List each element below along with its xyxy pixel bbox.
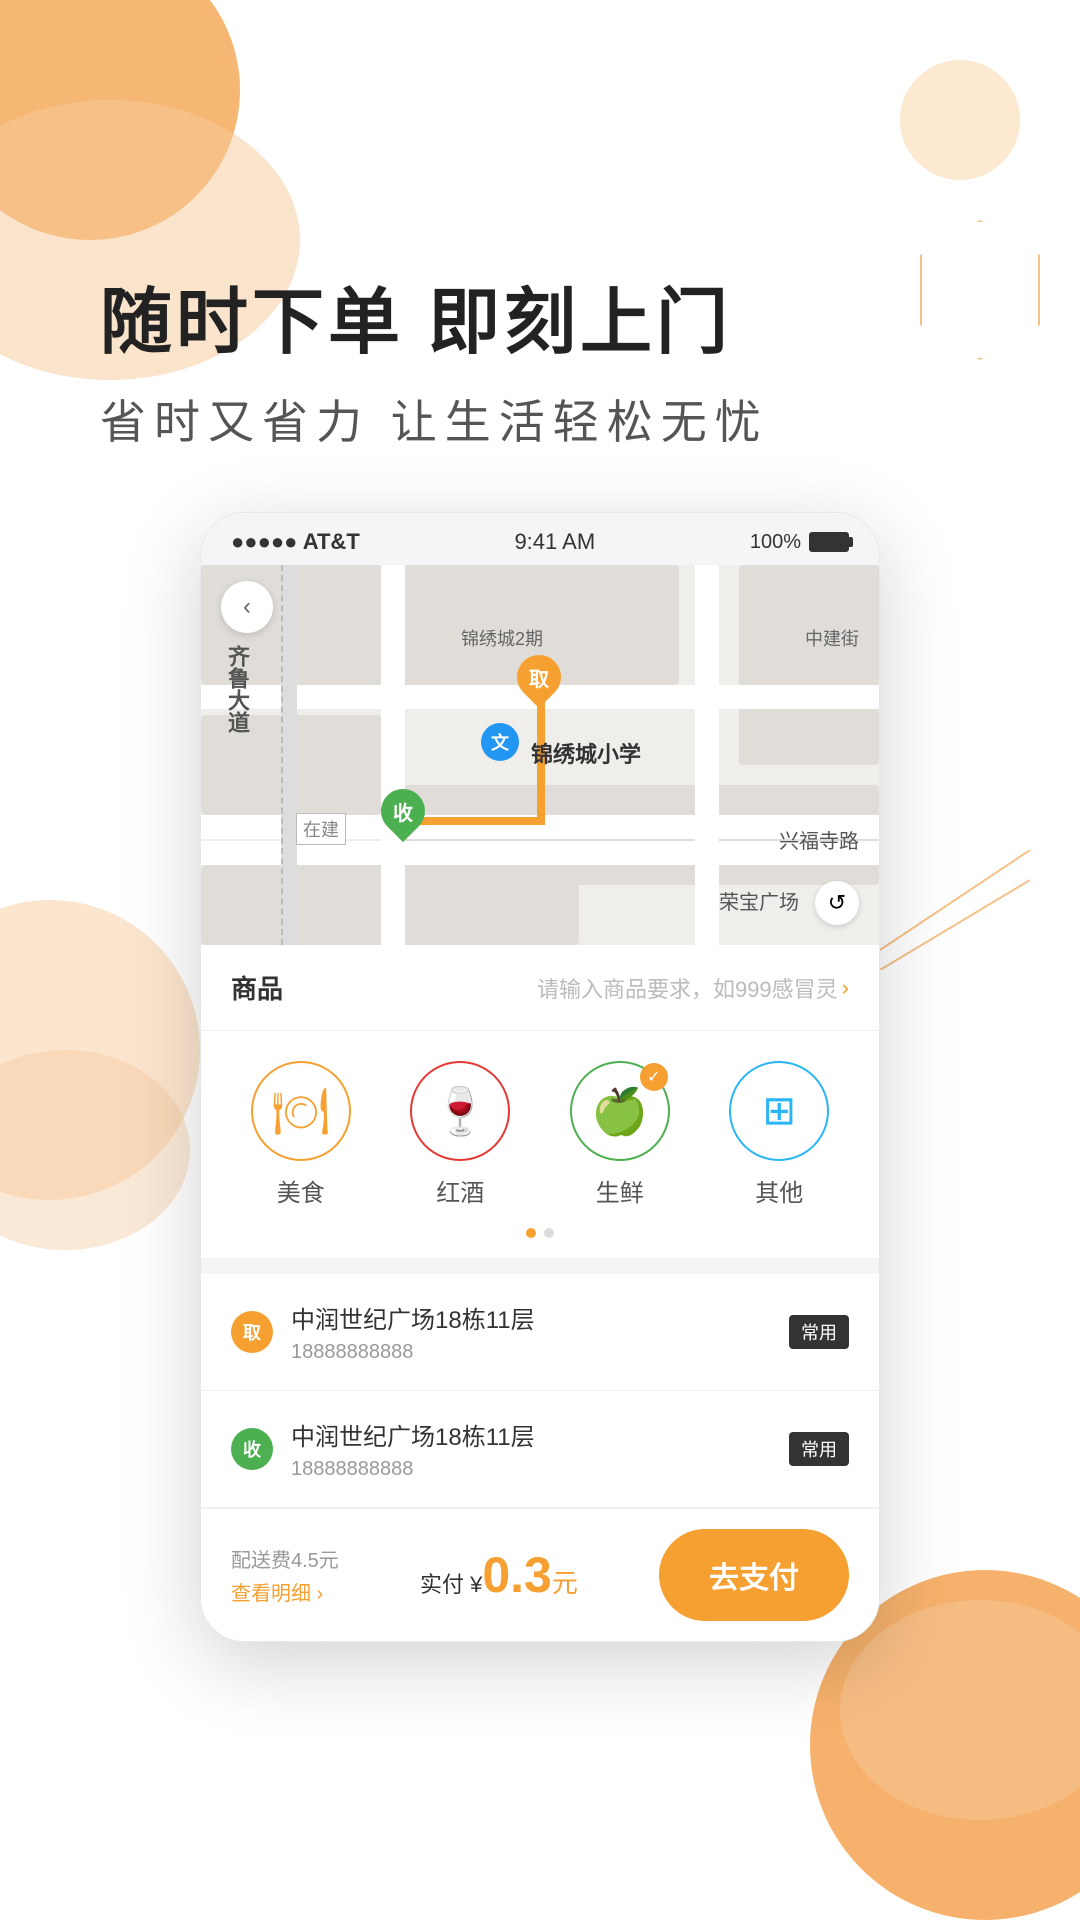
map-label-road3: 中建街 (805, 625, 859, 651)
pickup-pin: 取 (231, 1311, 273, 1353)
category-item-other[interactable]: ⊞ 其他 (729, 1061, 829, 1208)
product-section: 商品 请输入商品要求，如999感冒灵 › (201, 945, 879, 1031)
category-check-icon: ✓ (640, 1063, 668, 1091)
category-name-fresh: 生鲜 (596, 1173, 644, 1208)
map-label-construction: 在建 (296, 813, 346, 845)
product-hint[interactable]: 请输入商品要求，如999感冒灵 › (537, 972, 849, 1004)
category-section: 🍽 美食 🍷 红酒 🍏 ✓ 生鲜 (201, 1031, 879, 1266)
product-hint-arrow: › (842, 975, 849, 1001)
address-row-delivery[interactable]: 收 中润世纪广场18栋11层 18888888888 常用 (201, 1391, 879, 1508)
delivery-phone: 18888888888 (291, 1458, 535, 1481)
back-button[interactable]: ‹ (221, 581, 273, 633)
pickup-name: 中润世纪广场18栋11层 (291, 1300, 535, 1335)
delivery-pin: 收 (231, 1428, 273, 1470)
bottom-fee: 配送费4.5元 查看明细 › (231, 1544, 339, 1606)
map-label-area2: 荣宝广场 (719, 886, 799, 915)
phone-mockup: ●●●●● AT&T 9:41 AM 100% (200, 512, 880, 1642)
pickup-badge: 常用 (789, 1315, 849, 1349)
hero-section: 随时下单 即刻上门 省时又省力 让生活轻松无忧 (0, 0, 1080, 452)
fee-label: 配送费4.5元 (231, 1544, 339, 1573)
status-time: 9:41 AM (514, 529, 595, 555)
category-icon-other: ⊞ (729, 1061, 829, 1161)
price-value: 0.3 (482, 1547, 552, 1603)
status-battery-pct: 100% (750, 531, 801, 554)
map-label-road1: 齐鲁大道 (221, 645, 253, 733)
pickup-phone: 18888888888 (291, 1341, 535, 1364)
hero-subtitle: 省时又省力 让生活轻松无忧 (100, 386, 1080, 452)
pin-delivery-label: 收 (381, 789, 425, 833)
status-right: 100% (750, 531, 849, 554)
address-section: 取 中润世纪广场18栋11层 18888888888 常用 收 中润世纪广场18… (201, 1266, 879, 1508)
category-name-wine: 红酒 (436, 1173, 484, 1208)
category-icon-fresh: 🍏 ✓ (570, 1061, 670, 1161)
delivery-badge: 常用 (789, 1432, 849, 1466)
wine-icon: 🍷 (432, 1084, 489, 1139)
category-item-food[interactable]: 🍽 美食 (251, 1061, 351, 1208)
map-label-area1: 锦绣城2期 (461, 625, 543, 651)
product-label: 商品 (231, 969, 283, 1006)
map-background: 取 收 文 锦绣城2期 中建街 齐鲁大道 锦绣城小学 兴福寺路 荣宝广场 在建 (201, 565, 879, 945)
fresh-icon: 🍏 (591, 1084, 648, 1139)
delivery-info: 中润世纪广场18栋11层 18888888888 (291, 1417, 535, 1481)
bottom-price: 实付 ¥0.3元 (420, 1546, 578, 1604)
address-left-pickup: 取 中润世纪广场18栋11层 18888888888 (231, 1300, 535, 1364)
category-dots (221, 1228, 859, 1238)
other-icon: ⊞ (762, 1088, 796, 1134)
status-bar: ●●●●● AT&T 9:41 AM 100% (201, 513, 879, 565)
bottom-bar: 配送费4.5元 查看明细 › 实付 ¥0.3元 去支付 (201, 1508, 879, 1641)
map-road-v2 (695, 565, 719, 945)
map-block-3 (739, 565, 879, 765)
food-icon: 🍽 (272, 1084, 330, 1139)
product-hint-text: 请输入商品要求，如999感冒灵 (537, 972, 838, 1004)
map-road-v1 (381, 565, 405, 945)
map-road-v3 (281, 565, 297, 945)
category-name-food: 美食 (277, 1173, 325, 1208)
category-item-wine[interactable]: 🍷 红酒 (410, 1061, 510, 1208)
pin-pickup-label: 取 (517, 655, 561, 699)
fee-detail[interactable]: 查看明细 › (231, 1577, 339, 1606)
phone-mockup-wrapper: ●●●●● AT&T 9:41 AM 100% (0, 512, 1080, 1642)
map-label-road2: 兴福寺路 (779, 825, 859, 854)
map-area: 取 收 文 锦绣城2期 中建街 齐鲁大道 锦绣城小学 兴福寺路 荣宝广场 在建 … (201, 565, 879, 945)
map-label-school: 锦绣城小学 (531, 737, 641, 769)
category-name-other: 其他 (755, 1173, 803, 1208)
category-row: 🍽 美食 🍷 红酒 🍏 ✓ 生鲜 (221, 1061, 859, 1208)
hero-title: 随时下单 即刻上门 (100, 280, 1080, 366)
address-row-pickup[interactable]: 取 中润世纪广场18栋11层 18888888888 常用 (201, 1274, 879, 1391)
dot-1 (526, 1228, 536, 1238)
category-icon-wine: 🍷 (410, 1061, 510, 1161)
pickup-info: 中润世纪广场18栋11层 18888888888 (291, 1300, 535, 1364)
price-prefix: 实付 ¥ (420, 1572, 482, 1597)
category-icon-food: 🍽 (251, 1061, 351, 1161)
battery-icon (809, 532, 849, 552)
dot-2 (544, 1228, 554, 1238)
delivery-name: 中润世纪广场18栋11层 (291, 1417, 535, 1452)
map-poi-blue: 文 (481, 723, 519, 761)
price-unit: 元 (552, 1568, 578, 1598)
status-carrier: ●●●●● AT&T (231, 529, 360, 555)
category-item-fresh[interactable]: 🍏 ✓ 生鲜 (570, 1061, 670, 1208)
address-left-delivery: 收 中润世纪广场18栋11层 18888888888 (231, 1417, 535, 1481)
pay-button[interactable]: 去支付 (659, 1529, 849, 1621)
